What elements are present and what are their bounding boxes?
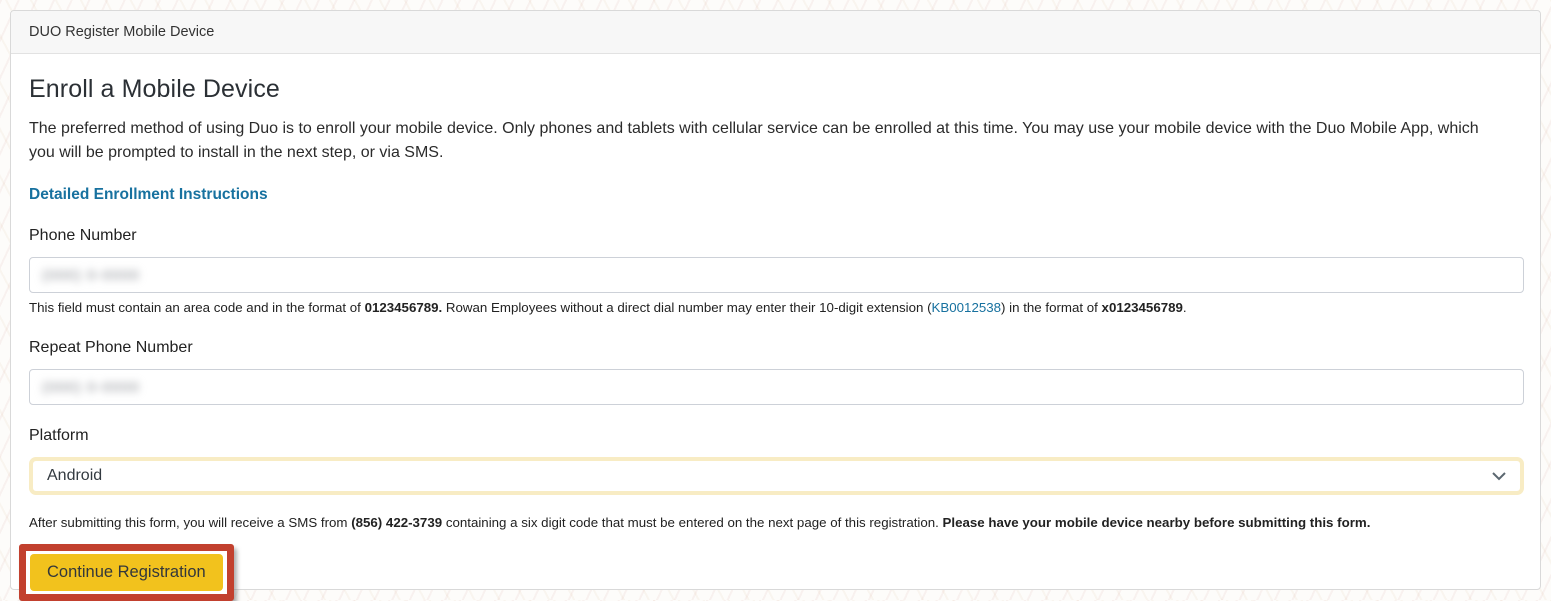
repeat-phone-number-input[interactable]: (000) 0-0000 [29,369,1524,405]
continue-registration-button[interactable]: Continue Registration [30,554,223,591]
phone-number-help-text: This field must contain an area code and… [29,299,1522,317]
redacted-repeat-phone-value: (000) 0-0000 [42,379,140,396]
intro-text: The preferred method of using Duo is to … [29,117,1489,165]
duo-register-panel: DUO Register Mobile Device Enroll a Mobi… [10,10,1541,590]
redacted-phone-value: (000) 0-0000 [42,267,140,284]
platform-select[interactable]: Android [29,457,1524,495]
phone-number-label: Phone Number [29,227,1522,245]
page-title: Enroll a Mobile Device [29,75,1522,104]
phone-number-input[interactable]: (000) 0-0000 [29,257,1524,293]
detailed-enrollment-instructions-link[interactable]: Detailed Enrollment Instructions [29,186,268,204]
panel-body: Enroll a Mobile Device The preferred met… [11,54,1540,601]
platform-label: Platform [29,427,1522,445]
spacer [29,405,1522,427]
panel-header: DUO Register Mobile Device [11,11,1540,54]
page-background: { "panel": { "header": { "title": "DUO R… [0,0,1551,600]
repeat-phone-number-label: Repeat Phone Number [29,339,1522,357]
chevron-down-icon [1492,472,1506,481]
kb-article-link[interactable]: KB0012538 [932,300,1002,315]
platform-selected-value: Android [47,467,102,485]
highlight-annotation-box: Continue Registration [19,544,234,601]
panel-title: DUO Register Mobile Device [29,24,214,40]
sms-note-text: After submitting this form, you will rec… [29,514,1522,532]
